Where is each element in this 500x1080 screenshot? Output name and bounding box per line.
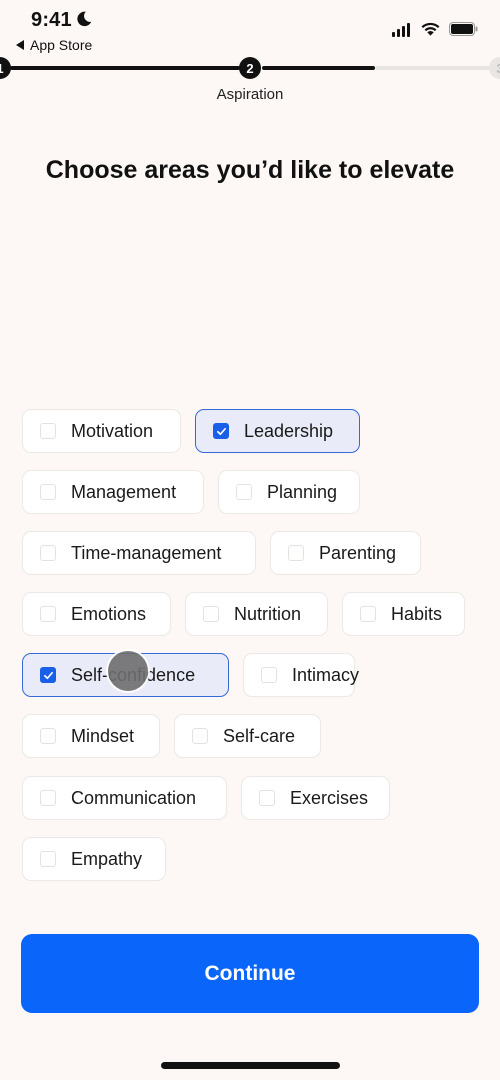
home-indicator[interactable] bbox=[161, 1062, 340, 1069]
checkbox-unchecked-icon[interactable] bbox=[360, 606, 376, 622]
signal-icon bbox=[392, 23, 410, 37]
checkmark-icon bbox=[216, 427, 226, 435]
option-chip-habits[interactable]: Habits bbox=[342, 592, 465, 636]
checkbox-unchecked-icon[interactable] bbox=[40, 484, 56, 500]
step-1-indicator: 1 bbox=[0, 57, 11, 79]
option-label: Planning bbox=[267, 481, 338, 502]
option-label: Exercises bbox=[290, 787, 369, 808]
option-chip-management[interactable]: Management bbox=[22, 470, 204, 514]
option-chip-time-management[interactable]: Time-management bbox=[22, 531, 256, 575]
progress-segment-remaining bbox=[375, 66, 492, 70]
checkbox-checked-icon[interactable] bbox=[213, 423, 229, 439]
checkmark-icon bbox=[43, 671, 53, 679]
wifi-icon bbox=[421, 22, 440, 36]
option-chip-planning[interactable]: Planning bbox=[218, 470, 360, 514]
checkbox-unchecked-icon[interactable] bbox=[40, 790, 56, 806]
option-label: Parenting bbox=[319, 542, 397, 563]
back-to-app-store[interactable]: App Store bbox=[16, 37, 92, 53]
option-label: Communication bbox=[71, 787, 197, 808]
step-3-indicator: 3 bbox=[489, 57, 500, 79]
step-2-indicator: 2 bbox=[239, 57, 261, 79]
progress-segment-completed bbox=[10, 66, 240, 70]
option-chip-empathy[interactable]: Empathy bbox=[22, 837, 166, 881]
option-chip-mindset[interactable]: Mindset bbox=[22, 714, 160, 758]
checkbox-unchecked-icon[interactable] bbox=[40, 728, 56, 744]
checkbox-unchecked-icon[interactable] bbox=[40, 545, 56, 561]
option-chip-communication[interactable]: Communication bbox=[22, 776, 227, 820]
option-label: Motivation bbox=[71, 420, 154, 441]
option-chip-exercises[interactable]: Exercises bbox=[241, 776, 390, 820]
page-title: Choose areas you’d like to elevate bbox=[45, 156, 455, 184]
option-label: Habits bbox=[391, 603, 443, 624]
option-label: Empathy bbox=[71, 848, 143, 869]
checkbox-unchecked-icon[interactable] bbox=[40, 423, 56, 439]
checkbox-unchecked-icon[interactable] bbox=[40, 851, 56, 867]
back-app-label: App Store bbox=[30, 37, 93, 53]
checkbox-unchecked-icon[interactable] bbox=[261, 667, 277, 683]
checkbox-unchecked-icon[interactable] bbox=[259, 790, 275, 806]
option-label: Mindset bbox=[71, 725, 135, 746]
option-label: Management bbox=[71, 481, 177, 502]
touch-indicator bbox=[108, 651, 148, 691]
option-chip-nutrition[interactable]: Nutrition bbox=[185, 592, 328, 636]
battery-icon bbox=[449, 22, 478, 36]
checkbox-unchecked-icon[interactable] bbox=[288, 545, 304, 561]
option-label: Time-management bbox=[71, 542, 222, 563]
option-chip-emotions[interactable]: Emotions bbox=[22, 592, 171, 636]
option-label: Leadership bbox=[244, 420, 334, 441]
progress-segment-current bbox=[262, 66, 375, 70]
continue-button[interactable]: Continue bbox=[21, 934, 479, 1013]
status-time: 9:41 bbox=[31, 9, 72, 31]
current-step-label: Aspiration bbox=[216, 86, 284, 103]
option-chip-intimacy[interactable]: Intimacy bbox=[243, 653, 359, 697]
checkbox-unchecked-icon[interactable] bbox=[203, 606, 219, 622]
option-chip-parenting[interactable]: Parenting bbox=[270, 531, 421, 575]
option-chip-motivation[interactable]: Motivation bbox=[22, 409, 181, 453]
option-label: Emotions bbox=[71, 603, 147, 624]
moon-icon bbox=[77, 11, 92, 27]
option-chip-leadership[interactable]: Leadership bbox=[195, 409, 360, 453]
option-label: Self-care bbox=[223, 725, 296, 746]
checkbox-unchecked-icon[interactable] bbox=[192, 728, 208, 744]
back-triangle-icon bbox=[16, 40, 24, 50]
option-label: Nutrition bbox=[234, 603, 302, 624]
checkbox-checked-icon[interactable] bbox=[40, 667, 56, 683]
checkbox-unchecked-icon[interactable] bbox=[40, 606, 56, 622]
option-label: Intimacy bbox=[292, 664, 360, 685]
checkbox-unchecked-icon[interactable] bbox=[236, 484, 252, 500]
option-chip-self-care[interactable]: Self-care bbox=[174, 714, 321, 758]
